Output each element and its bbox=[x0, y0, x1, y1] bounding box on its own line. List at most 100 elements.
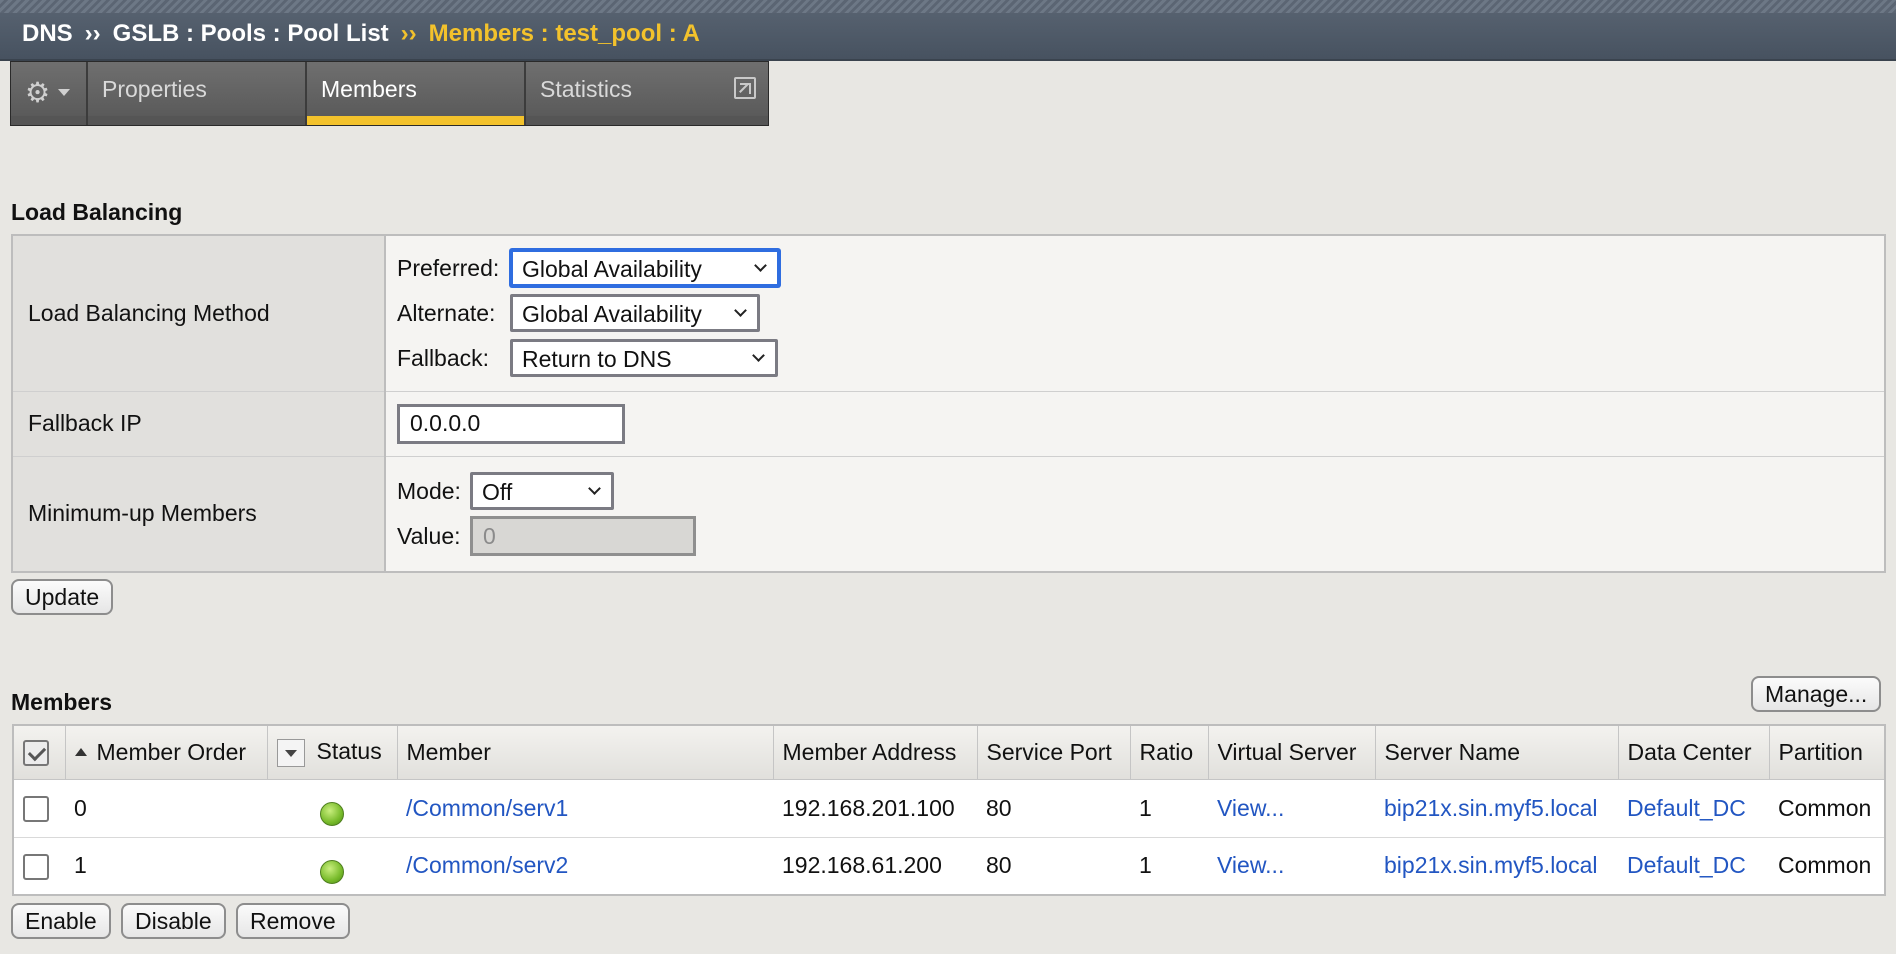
member-address-cell: 192.168.201.100 bbox=[773, 779, 977, 838]
status-filter-icon[interactable] bbox=[276, 738, 305, 767]
tab-statistics[interactable]: Statistics bbox=[526, 62, 768, 125]
alternate-label: Alternate: bbox=[397, 299, 496, 326]
column-header-partition[interactable]: Partition bbox=[1768, 724, 1886, 780]
fallback-label: Fallback: bbox=[397, 344, 490, 371]
lb-method-label: Load Balancing Method bbox=[11, 234, 386, 392]
min-up-members-label: Minimum-up Members bbox=[11, 455, 386, 573]
preferred-value: Global Availability bbox=[522, 256, 702, 283]
mode-label: Mode: bbox=[397, 477, 461, 504]
column-label: Server Name bbox=[1384, 738, 1520, 765]
column-header-virtual-server[interactable]: Virtual Server bbox=[1207, 724, 1376, 780]
external-link-icon[interactable] bbox=[734, 77, 756, 99]
column-header-member-address[interactable]: Member Address bbox=[772, 724, 978, 780]
mode-select[interactable]: Off bbox=[470, 472, 614, 511]
column-header-status[interactable]: Status bbox=[266, 724, 398, 780]
status-available-icon bbox=[320, 859, 344, 884]
members-title: Members bbox=[11, 689, 112, 715]
enable-button[interactable]: Enable bbox=[11, 903, 111, 939]
disable-button[interactable]: Disable bbox=[121, 903, 226, 939]
service-port-cell: 80 bbox=[977, 837, 1130, 896]
member-link[interactable]: /Common/serv2 bbox=[406, 852, 568, 878]
gear-icon: ⚙ bbox=[25, 77, 51, 108]
sort-ascending-icon bbox=[74, 747, 87, 756]
column-label: Data Center bbox=[1627, 738, 1752, 765]
alternate-select[interactable]: Global Availability bbox=[510, 294, 760, 333]
select-all-header bbox=[12, 724, 66, 780]
virtual-server-view-link[interactable]: View... bbox=[1217, 852, 1284, 878]
chevron-down-icon bbox=[754, 259, 767, 273]
tab-members[interactable]: Members bbox=[307, 62, 526, 125]
partition-cell: Common bbox=[1769, 779, 1885, 838]
chevron-down-icon bbox=[58, 89, 71, 96]
member-order-cell: 1 bbox=[65, 837, 267, 896]
column-header-ratio[interactable]: Ratio bbox=[1129, 724, 1209, 780]
tab-label: Members bbox=[321, 76, 417, 102]
column-header-service-port[interactable]: Service Port bbox=[976, 724, 1131, 780]
breadcrumb-root[interactable]: DNS bbox=[22, 20, 73, 47]
breadcrumb-bar: DNS ›› GSLB : Pools : Pool List ›› Members :… bbox=[0, 0, 1896, 61]
data-center-link[interactable]: Default_DC bbox=[1627, 795, 1746, 821]
breadcrumb-separator: ›› bbox=[84, 20, 101, 47]
status-available-icon bbox=[320, 802, 344, 826]
row-checkbox[interactable] bbox=[23, 795, 49, 822]
column-label: Member bbox=[406, 738, 491, 765]
column-header-member-order[interactable]: Member Order bbox=[64, 724, 268, 780]
server-name-link[interactable]: bip21x.sin.myf5.local bbox=[1384, 852, 1598, 878]
remove-button[interactable]: Remove bbox=[236, 903, 350, 939]
column-header-server-name[interactable]: Server Name bbox=[1374, 724, 1619, 780]
column-header-member[interactable]: Member bbox=[396, 724, 774, 780]
value-label: Value: bbox=[397, 522, 461, 549]
column-label: Partition bbox=[1778, 738, 1863, 765]
breadcrumb-separator: ›› bbox=[400, 20, 417, 47]
breadcrumb-current: Members : test_pool : A bbox=[428, 20, 700, 47]
preferred-select[interactable]: Global Availability bbox=[510, 249, 780, 288]
virtual-server-view-link[interactable]: View... bbox=[1217, 795, 1284, 821]
fallback-select[interactable]: Return to DNS bbox=[510, 339, 778, 378]
row-checkbox[interactable] bbox=[23, 853, 49, 880]
table-row: 1 /Common/serv2 192.168.61.200 80 1 View… bbox=[13, 837, 1885, 896]
column-label: Status bbox=[316, 737, 382, 764]
chevron-down-icon bbox=[752, 349, 765, 363]
fallback-ip-label: Fallback IP bbox=[11, 390, 386, 457]
column-header-data-center[interactable]: Data Center bbox=[1617, 724, 1770, 780]
partition-cell: Common bbox=[1769, 837, 1885, 896]
column-label: Member Address bbox=[782, 738, 957, 765]
load-balancing-title: Load Balancing bbox=[11, 199, 183, 225]
tab-properties[interactable]: Properties bbox=[88, 62, 307, 125]
tab-gear-menu[interactable]: ⚙ bbox=[11, 62, 88, 125]
ratio-cell: 1 bbox=[1130, 779, 1208, 838]
alternate-value: Global Availability bbox=[522, 301, 702, 328]
column-label: Service Port bbox=[986, 738, 1112, 765]
member-link[interactable]: /Common/serv1 bbox=[406, 795, 568, 821]
table-row: 0 /Common/serv1 192.168.201.100 80 1 Vie… bbox=[13, 779, 1885, 838]
ratio-cell: 1 bbox=[1130, 837, 1208, 896]
service-port-cell: 80 bbox=[977, 779, 1130, 838]
header-stripe bbox=[0, 0, 1896, 13]
tab-active-underline bbox=[307, 116, 524, 125]
tab-strip: ⚙ Properties Members Statistics bbox=[10, 61, 769, 126]
lb-method-values: Preferred: Global Availability Alternate… bbox=[384, 234, 1886, 392]
data-center-link[interactable]: Default_DC bbox=[1627, 852, 1746, 878]
select-all-checkbox[interactable] bbox=[23, 740, 49, 767]
fallback-ip-input[interactable] bbox=[397, 403, 625, 444]
mode-value: Off bbox=[482, 479, 513, 506]
update-button[interactable]: Update bbox=[11, 579, 114, 615]
tab-label: Properties bbox=[102, 76, 207, 102]
manage-button[interactable]: Manage... bbox=[1751, 676, 1882, 712]
tab-underline bbox=[88, 116, 305, 125]
tab-label: Statistics bbox=[540, 76, 633, 102]
members-table: Member Order Status Member Member Addres… bbox=[12, 724, 1886, 896]
chevron-down-icon bbox=[734, 304, 747, 318]
column-label: Member Order bbox=[96, 738, 247, 765]
server-name-link[interactable]: bip21x.sin.myf5.local bbox=[1384, 795, 1598, 821]
breadcrumb: DNS ›› GSLB : Pools : Pool List ›› Members :… bbox=[22, 20, 700, 48]
load-balancing-form: Load Balancing Method Preferred: Global … bbox=[11, 234, 1886, 573]
member-order-cell: 0 bbox=[65, 779, 267, 838]
preferred-label: Preferred: bbox=[397, 254, 500, 281]
member-address-cell: 192.168.61.200 bbox=[773, 837, 977, 896]
fallback-value: Return to DNS bbox=[522, 346, 672, 373]
breadcrumb-path[interactable]: GSLB : Pools : Pool List bbox=[113, 20, 389, 47]
tab-underline bbox=[526, 116, 768, 125]
tab-underline bbox=[11, 116, 86, 125]
chevron-down-icon bbox=[588, 482, 601, 496]
